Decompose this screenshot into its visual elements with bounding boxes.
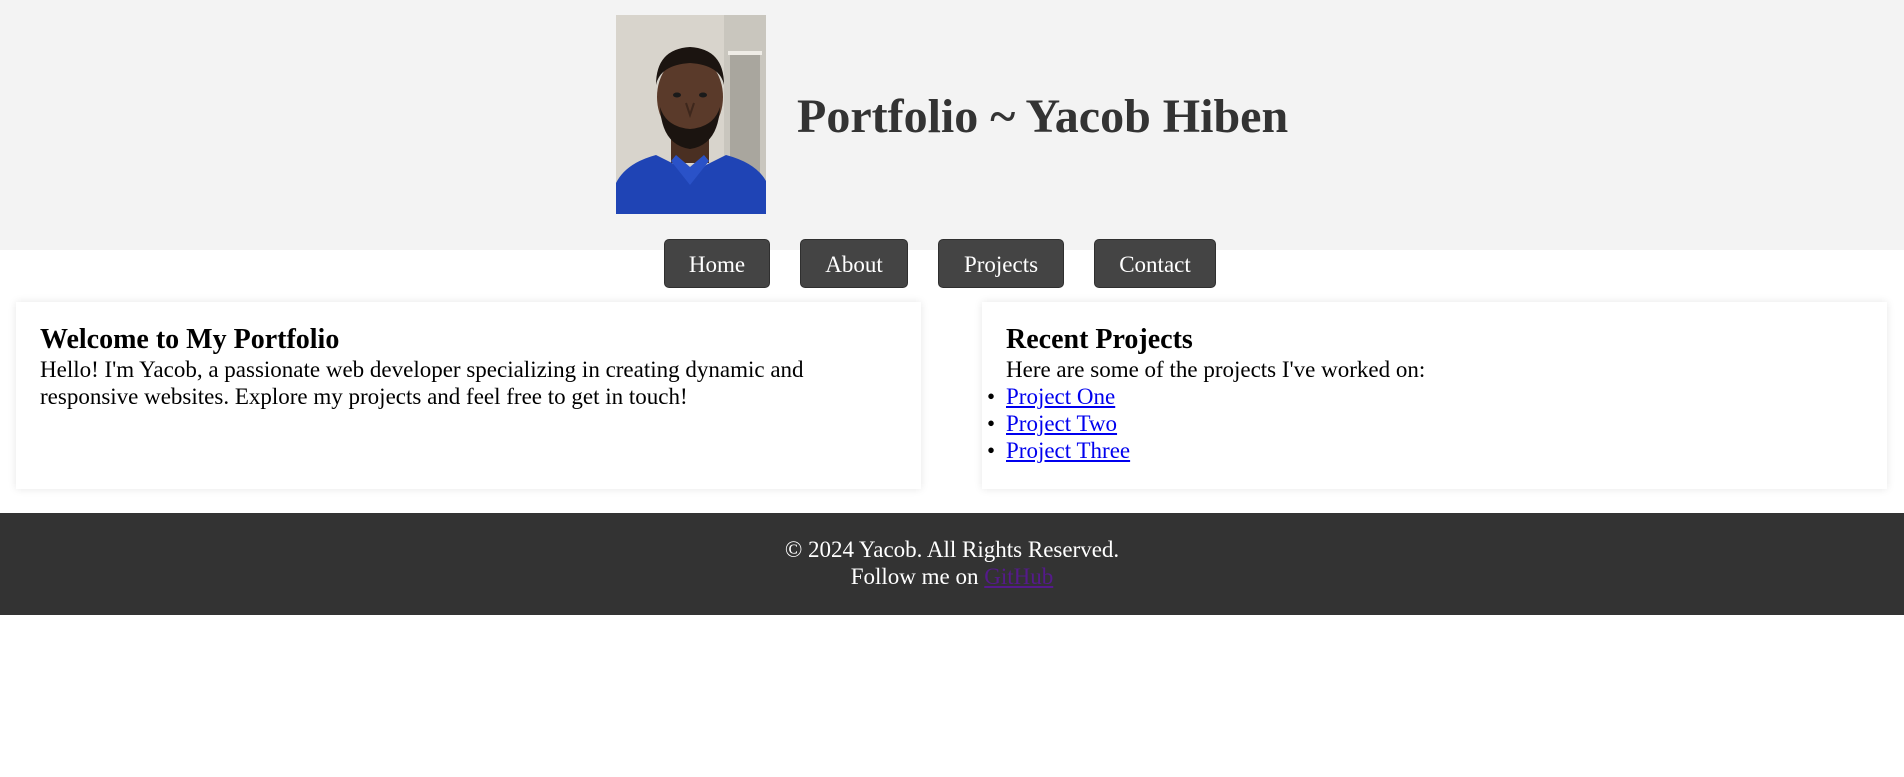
page-title: Portfolio ~ Yacob Hiben	[797, 90, 1289, 143]
bullet-icon: •	[987, 384, 996, 409]
nav-projects-button[interactable]: Projects	[938, 239, 1064, 288]
project-one-link[interactable]: Project One	[1006, 384, 1115, 409]
site-footer: © 2024 Yacob. All Rights Reserved. Follo…	[0, 513, 1904, 615]
site-header: Portfolio ~ Yacob Hiben	[0, 0, 1904, 250]
list-item: • Project Three	[987, 437, 1130, 464]
project-two-link[interactable]: Project Two	[1006, 411, 1117, 436]
projects-heading: Recent Projects	[1006, 324, 1193, 355]
welcome-card: Welcome to My Portfolio Hello! I'm Yacob…	[16, 302, 921, 489]
profile-photo-illustration	[616, 15, 766, 214]
projects-card: Recent Projects Here are some of the pro…	[982, 302, 1887, 489]
nav-home-button[interactable]: Home	[664, 239, 770, 288]
follow-prefix: Follow me on	[850, 564, 985, 589]
welcome-text: Hello! I'm Yacob, a passionate web devel…	[40, 357, 804, 409]
projects-intro: Here are some of the projects I've worke…	[1006, 357, 1426, 382]
nav-about-button[interactable]: About	[800, 239, 908, 288]
copyright-text: © 2024 Yacob. All Rights Reserved.	[784, 537, 1120, 562]
projects-list: • Project One • Project Two • Project Th…	[982, 383, 1130, 464]
project-three-link[interactable]: Project Three	[1006, 438, 1130, 463]
profile-photo	[616, 15, 766, 214]
follow-line: Follow me on GitHub	[0, 563, 1904, 590]
nav-contact-button[interactable]: Contact	[1094, 239, 1216, 288]
bullet-icon: •	[987, 411, 996, 436]
welcome-heading: Welcome to My Portfolio	[40, 324, 340, 355]
bullet-icon: •	[987, 438, 996, 463]
list-item: • Project Two	[987, 410, 1130, 437]
github-link[interactable]: GitHub	[984, 564, 1053, 589]
list-item: • Project One	[987, 383, 1130, 410]
